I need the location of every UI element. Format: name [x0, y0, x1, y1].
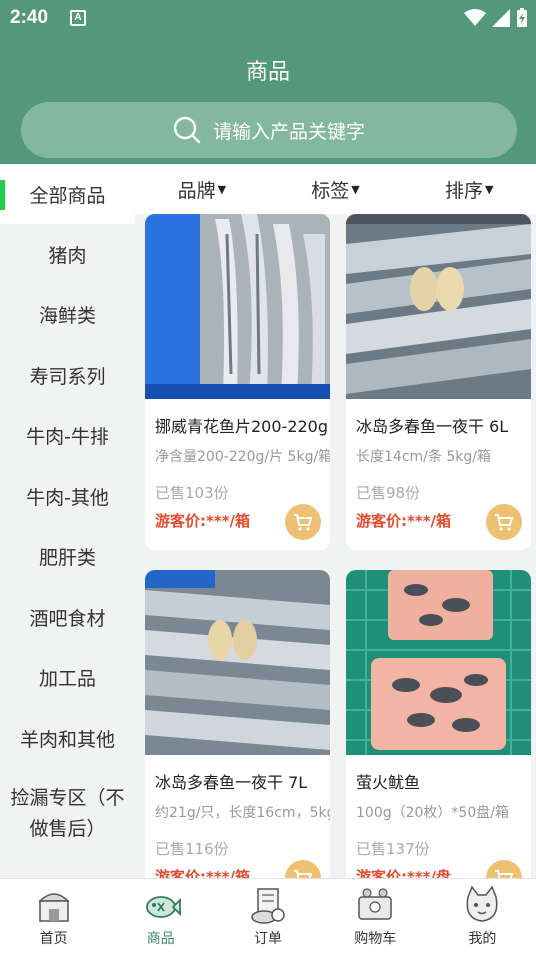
- sidebar-item-label: 加工品: [38, 668, 96, 691]
- product-price: 游客价:***/箱: [155, 868, 251, 878]
- cart-cat-icon: [358, 888, 392, 920]
- sidebar-item-seafood[interactable]: 海鲜类: [0, 285, 135, 346]
- product-price: 游客价:***/箱: [356, 512, 452, 530]
- product-card[interactable]: 挪威青花鱼片200-220g 净含量200-220g/片 5kg/箱 已售103…: [145, 214, 330, 550]
- home-cat-icon: [37, 893, 70, 922]
- tab-products[interactable]: 商品: [107, 879, 214, 954]
- add-to-cart-button[interactable]: [285, 504, 321, 540]
- filter-tag[interactable]: 标签 ▼: [269, 164, 403, 214]
- caret-down-icon: ▼: [217, 182, 227, 196]
- sidebar-item-label: 全部商品: [29, 184, 106, 207]
- page-title: 商品: [245, 60, 290, 85]
- sidebar-item-processed[interactable]: 加工品: [0, 648, 135, 709]
- signal-icon: [492, 9, 510, 27]
- sidebar-item-pork[interactable]: 猪肉: [0, 224, 135, 285]
- category-sidebar: 全部商品 猪肉 海鲜类 寿司系列 牛肉-牛排 牛肉-其他 肥肝类 酒吧食材 加工…: [0, 164, 135, 878]
- product-price: 游客价:***/箱: [155, 512, 251, 530]
- sidebar-item-label: 酒吧食材: [29, 607, 106, 630]
- product-card[interactable]: 冰岛多春鱼一夜干 7L 约21g/只，长度16cm，5kg/箱 已售116份 游…: [145, 570, 330, 878]
- notification-icon: A: [70, 10, 86, 26]
- product-name: 挪威青花鱼片200-220g: [155, 417, 329, 436]
- sidebar-item-all[interactable]: 全部商品: [0, 164, 135, 224]
- status-time: 2:40: [10, 7, 49, 28]
- product-name: 冰岛多春鱼一夜干 6L: [356, 417, 509, 436]
- tab-profile[interactable]: 我的: [429, 879, 536, 954]
- caret-down-icon: ▼: [351, 182, 360, 196]
- cart-icon: [294, 514, 313, 531]
- sidebar-item-foie-gras[interactable]: 肥肝类: [0, 527, 135, 588]
- product-spec: 100g（20枚）*50盘/箱: [356, 805, 509, 821]
- product-image[interactable]: [145, 570, 330, 755]
- sidebar-item-clearance[interactable]: 捡漏专区（不做售后）: [0, 769, 135, 859]
- tab-label: 我的: [468, 931, 497, 947]
- filter-brand[interactable]: 品牌 ▼: [135, 164, 269, 214]
- sidebar-item-beef-other[interactable]: 牛肉-其他: [0, 466, 135, 527]
- product-name: 冰岛多春鱼一夜干 7L: [155, 773, 308, 792]
- sidebar-item-label: 肥肝类: [38, 547, 96, 570]
- caret-down-icon: ▼: [484, 182, 494, 196]
- tab-home[interactable]: 首页: [0, 879, 107, 954]
- tab-orders[interactable]: 订单: [214, 879, 321, 954]
- products-fish-icon: [145, 896, 181, 918]
- product-sold: 已售116份: [155, 840, 229, 858]
- filter-label: 品牌: [177, 179, 216, 202]
- filter-label: 排序: [444, 179, 483, 202]
- sidebar-item-bar-food[interactable]: 酒吧食材: [0, 587, 135, 648]
- product-spec: 净含量200-220g/片 5kg/箱: [155, 449, 330, 465]
- sidebar-item-label: 寿司系列: [29, 365, 106, 388]
- sidebar-item-lamb[interactable]: 羊肉和其他: [0, 708, 135, 769]
- cart-icon: [495, 870, 514, 878]
- sidebar-item-label: 猪肉: [48, 244, 87, 267]
- product-grid: 挪威青花鱼片200-220g 净含量200-220g/片 5kg/箱 已售103…: [135, 214, 536, 878]
- filter-sort[interactable]: 排序 ▼: [402, 164, 536, 214]
- search-bar[interactable]: 请输入产品关键字: [21, 102, 517, 158]
- product-sold: 已售137份: [356, 840, 430, 858]
- add-to-cart-button[interactable]: [486, 504, 522, 540]
- tab-label: 购物车: [354, 931, 397, 947]
- product-sold: 已售98份: [356, 484, 421, 502]
- product-image[interactable]: [145, 214, 330, 399]
- sidebar-item-label: 牛肉-其他: [26, 486, 109, 509]
- product-spec: 长度14cm/条 5kg/箱: [356, 449, 491, 465]
- cart-icon: [495, 514, 514, 531]
- header: 商品 请输入产品关键字: [0, 36, 536, 164]
- system-icons: [464, 8, 528, 28]
- product-image[interactable]: [346, 570, 531, 755]
- filter-bar: 品牌 ▼ 标签 ▼ 排序 ▼: [135, 164, 536, 214]
- add-to-cart-button[interactable]: [285, 860, 321, 878]
- product-name: 萤火鱿鱼: [356, 773, 421, 792]
- search-icon: [173, 116, 201, 144]
- product-spec: 约21g/只，长度16cm，5kg/箱: [155, 805, 330, 821]
- sidebar-item-sushi[interactable]: 寿司系列: [0, 345, 135, 406]
- search-input[interactable]: 请输入产品关键字: [213, 117, 365, 144]
- status-bar: 2:40 A: [0, 0, 536, 36]
- sidebar-item-beef-steak[interactable]: 牛肉-牛排: [0, 406, 135, 467]
- battery-icon: [517, 8, 527, 27]
- tab-cart[interactable]: 购物车: [322, 879, 429, 954]
- sidebar-item-label: 捡漏专区（不做售后）: [10, 786, 125, 840]
- sidebar-item-label: 牛肉-牛排: [26, 426, 109, 449]
- filter-label: 标签: [311, 179, 350, 202]
- tab-label: 商品: [146, 931, 175, 947]
- product-card[interactable]: 冰岛多春鱼一夜干 6L 长度14cm/条 5kg/箱 已售98份 游客价:***…: [346, 214, 531, 550]
- product-card[interactable]: 萤火鱿鱼 100g（20枚）*50盘/箱 已售137份 游客价:***/盘: [346, 570, 531, 878]
- product-image[interactable]: [346, 214, 531, 399]
- bottom-tab-bar: 首页 商品 订单 购物车 我的: [0, 878, 536, 954]
- tab-label: 订单: [254, 931, 282, 947]
- product-price: 游客价:***/盘: [356, 868, 452, 878]
- sidebar-item-label: 羊肉和其他: [19, 728, 115, 751]
- cart-icon: [294, 870, 313, 878]
- product-sold: 已售103份: [155, 484, 229, 502]
- add-to-cart-button[interactable]: [486, 860, 522, 878]
- wifi-icon: [464, 9, 486, 26]
- sidebar-item-label: 海鲜类: [38, 305, 96, 328]
- order-cat-icon: [251, 888, 285, 924]
- profile-cat-icon: [467, 885, 498, 922]
- tab-label: 首页: [39, 931, 68, 947]
